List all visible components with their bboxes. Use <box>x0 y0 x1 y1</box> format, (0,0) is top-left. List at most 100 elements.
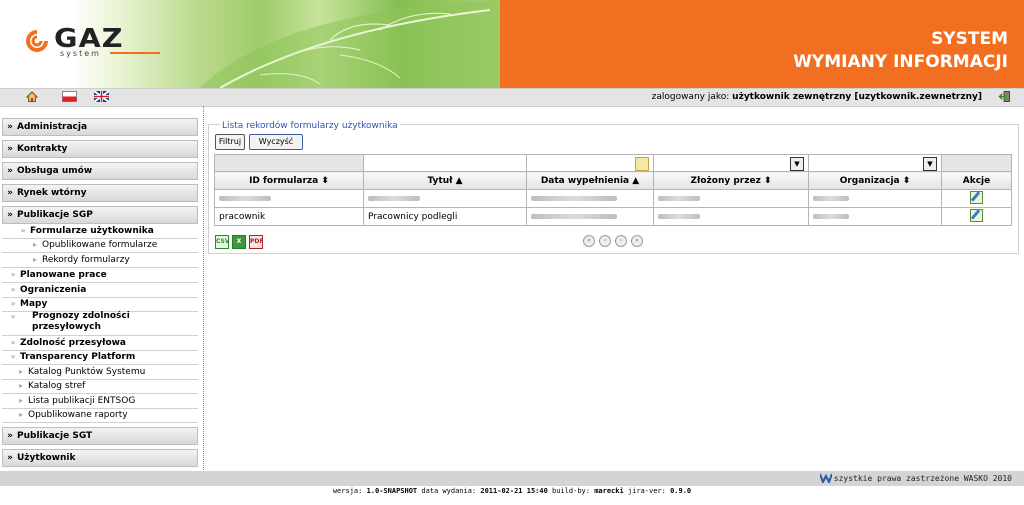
sidebar-item-raporty[interactable]: ▸ Opublikowane raporty <box>2 408 198 423</box>
panel-title: Lista rekordów formularzy użytkownika <box>220 121 400 131</box>
chevron-down-icon: » <box>7 431 13 441</box>
chevron-down-icon: » <box>7 188 13 198</box>
dropdown-arrow-icon[interactable]: ▼ <box>923 156 937 171</box>
redacted-text <box>813 195 849 201</box>
item-label: Ograniczenia <box>20 285 87 295</box>
cell-by <box>653 207 809 226</box>
double-chevron-icon: » <box>10 338 16 347</box>
sidebar-item-lista-entsog[interactable]: ▸ Lista publikacji ENTSOG <box>2 394 198 409</box>
cell-id: pracownik <box>214 207 364 226</box>
table-row[interactable] <box>214 189 1012 208</box>
excel-export-icon[interactable]: X <box>232 235 246 249</box>
next-page-icon[interactable]: › <box>615 235 627 247</box>
csv-export-icon[interactable]: CSV <box>215 235 229 249</box>
sidebar-item-mapy[interactable]: » Mapy <box>2 297 198 312</box>
item-label: Opublikowane raporty <box>28 410 128 420</box>
clear-button[interactable]: Wyczyść <box>249 134 303 150</box>
redacted-text <box>219 195 271 201</box>
sidebar-item-formularze[interactable]: » Formularze użytkownika <box>2 224 198 239</box>
table-row[interactable]: pracownik Pracownicy podlegli <box>214 207 1012 226</box>
home-icon[interactable] <box>26 91 38 102</box>
edit-icon[interactable] <box>970 208 983 222</box>
triangle-right-icon: ▸ <box>18 396 23 405</box>
cell-title <box>363 189 527 208</box>
copyright-text: szystkie prawa zastrzeżone WASKO 2010 <box>833 474 1012 483</box>
sidebar-item-rekordy[interactable]: ▸ Rekordy formularzy <box>2 253 198 268</box>
leaf-decoration <box>200 0 500 88</box>
sidebar-section-rynek-wtorny[interactable]: » Rynek wtórny <box>2 184 198 202</box>
top-toolbar: zalogowany jako: użytkownik zewnętrzny [… <box>0 88 1024 107</box>
gaz-system-logo[interactable]: GAZ system <box>24 24 160 60</box>
pdf-export-icon[interactable]: PDF <box>249 235 263 249</box>
last-page-icon[interactable]: » <box>631 235 643 247</box>
chevron-right-icon: » <box>7 210 13 220</box>
logo-underline <box>110 52 160 54</box>
triangle-right-icon: ▸ <box>32 240 37 249</box>
section-label: Rynek wtórny <box>17 188 87 198</box>
title-line-2: WYMIANY INFORMACJI <box>793 52 1008 72</box>
sidebar-item-prognozy[interactable]: » Prognozy zdolności przesyłowych <box>2 311 198 336</box>
sidebar-section-obsluga-umow[interactable]: » Obsługa umów <box>2 162 198 180</box>
chevron-down-icon: » <box>7 144 13 154</box>
sidebar-section-administracja[interactable]: » Administracja <box>2 118 198 136</box>
cell-actions <box>941 189 1012 208</box>
sidebar-item-planowane-prace[interactable]: » Planowane prace <box>2 268 198 283</box>
sidebar-item-ograniczenia[interactable]: » Ograniczenia <box>2 283 198 298</box>
redacted-text <box>658 213 700 219</box>
sidebar-item-katalog-stref[interactable]: ▸ Katalog stref <box>2 379 198 394</box>
filter-date-input[interactable] <box>526 154 654 172</box>
logged-as-label: zalogowany jako: <box>651 92 730 102</box>
col-zlozony-przez[interactable]: Złożony przez ⬍ <box>653 171 809 190</box>
filter-button[interactable]: Filtruj <box>215 134 245 150</box>
double-chevron-icon: » <box>10 299 16 308</box>
sidebar-item-transparency[interactable]: » Transparency Platform <box>2 350 198 365</box>
col-organizacja[interactable]: Organizacja ⬍ <box>808 171 942 190</box>
section-label: Obsługa umów <box>17 166 93 176</box>
cell-date <box>526 189 654 208</box>
sidebar-separator <box>203 106 204 470</box>
cell-title: Pracownicy podlegli <box>363 207 527 226</box>
double-chevron-icon: » <box>10 312 16 321</box>
sidebar-section-kontrakty[interactable]: » Kontrakty <box>2 140 198 158</box>
system-title: SYSTEM WYMIANY INFORMACJI <box>793 28 1008 74</box>
sidebar-section-publikacje-sgp[interactable]: » Publikacje SGP <box>2 206 198 224</box>
date-label: data wydania: <box>421 487 477 495</box>
double-chevron-icon: » <box>10 270 16 279</box>
dropdown-arrow-icon[interactable]: ▼ <box>790 156 804 171</box>
uk-flag-icon[interactable] <box>94 91 109 102</box>
sidebar-section-publikacje-sgt[interactable]: » Publikacje SGT <box>2 427 198 445</box>
build-value: marecki <box>594 487 624 495</box>
filter-org-select[interactable]: ▼ <box>808 154 942 172</box>
redacted-text <box>813 213 849 219</box>
redacted-text <box>531 213 617 219</box>
item-label: Rekordy formularzy <box>42 255 130 265</box>
date-value: 2011-02-21 15:40 <box>480 487 548 495</box>
prev-page-icon[interactable]: ‹ <box>599 235 611 247</box>
polish-flag-icon[interactable] <box>62 91 77 102</box>
sidebar-item-opublikowane-formularze[interactable]: ▸ Opublikowane formularze <box>2 238 198 253</box>
first-page-icon[interactable]: « <box>583 235 595 247</box>
logo-subtext: system <box>60 49 101 58</box>
triangle-right-icon: ▸ <box>32 255 37 264</box>
filter-by-select[interactable]: ▼ <box>653 154 809 172</box>
sidebar-section-uzytkownik[interactable]: » Użytkownik <box>2 449 198 467</box>
edit-icon[interactable] <box>970 190 983 204</box>
double-chevron-icon: » <box>20 226 26 235</box>
sidebar-item-zdolnosc[interactable]: » Zdolność przesyłowa <box>2 336 198 351</box>
logout-icon[interactable] <box>998 91 1012 102</box>
calendar-icon[interactable] <box>635 156 649 171</box>
col-data-wypelnienia[interactable]: Data wypełnienia ▲ <box>526 171 654 190</box>
triangle-right-icon: ▸ <box>18 381 23 390</box>
filter-title-input[interactable] <box>363 154 527 172</box>
chevron-down-icon: » <box>7 166 13 176</box>
cell-by <box>653 189 809 208</box>
logged-user-info: zalogowany jako: użytkownik zewnętrzny [… <box>652 92 982 102</box>
col-tytul[interactable]: Tytuł ▲ <box>363 171 527 190</box>
sidebar-item-katalog-punktow[interactable]: ▸ Katalog Punktów Systemu <box>2 365 198 380</box>
filter-row: ▼ ▼ <box>214 154 1012 172</box>
footer-bar: szystkie prawa zastrzeżone WASKO 2010 <box>0 471 1024 486</box>
records-table: ▼ ▼ ID formularza ⬍ Tytuł ▲ Data wypełni… <box>214 154 1012 226</box>
double-chevron-icon: » <box>10 352 16 361</box>
col-id-formularza[interactable]: ID formularza ⬍ <box>214 171 364 190</box>
item-label: Mapy <box>20 299 48 309</box>
